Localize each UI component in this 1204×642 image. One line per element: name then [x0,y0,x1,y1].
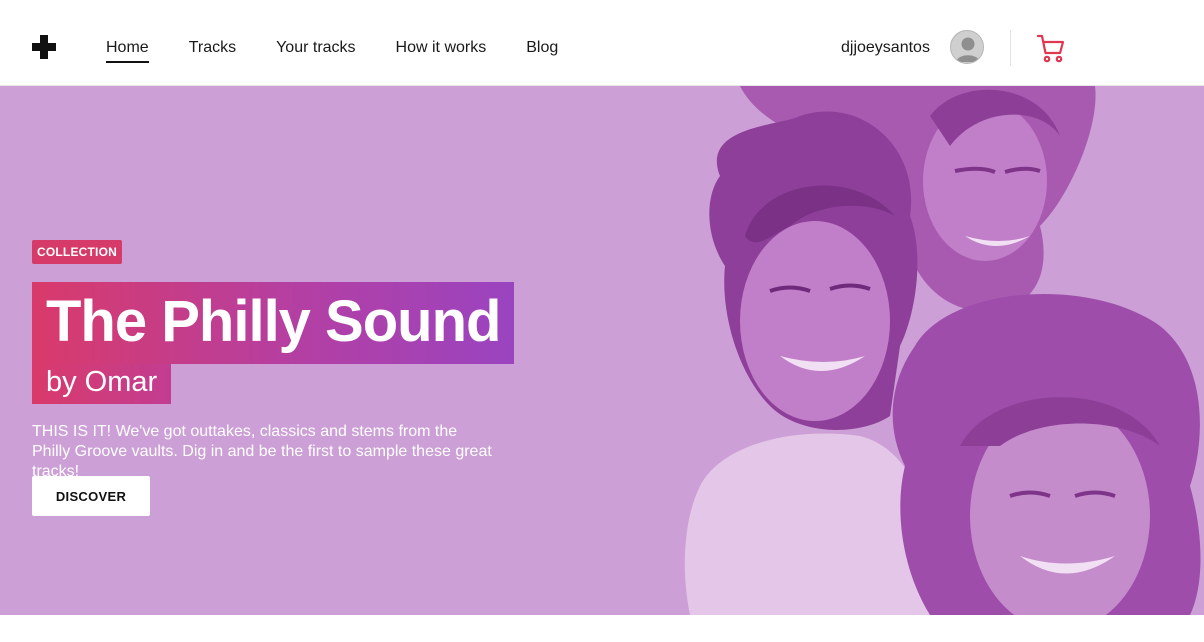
nav-blog[interactable]: Blog [526,38,558,58]
nav-your-tracks[interactable]: Your tracks [276,38,355,58]
nav-home[interactable]: Home [106,38,149,63]
username-link[interactable]: djjoeysantos [841,38,930,58]
hero-description: THIS IS IT! We've got outtakes, classics… [32,423,492,480]
shopping-cart-icon[interactable] [1036,33,1066,63]
nav-tracks[interactable]: Tracks [189,38,236,58]
hero-title: The Philly Sound [46,289,501,354]
main-nav: Home Tracks Your tracks How it works Blo… [106,38,598,63]
title-highlight: The Philly Sound [32,282,515,364]
discover-button[interactable]: DISCOVER [32,476,150,516]
nav-how-it-works[interactable]: How it works [396,38,487,58]
hero-byline: by Omar [46,366,158,398]
plus-logo-icon[interactable] [32,35,56,59]
hero-banner: COLLECTION The Philly Sound by Omar THIS… [0,86,1204,615]
top-navigation-bar: Home Tracks Your tracks How it works Blo… [0,0,1204,86]
collection-badge: COLLECTION [32,240,122,264]
byline-highlight: by Omar [32,364,172,404]
header-divider [1010,30,1011,66]
logo-vertical-bar [40,35,48,59]
user-avatar-icon[interactable] [950,30,984,64]
